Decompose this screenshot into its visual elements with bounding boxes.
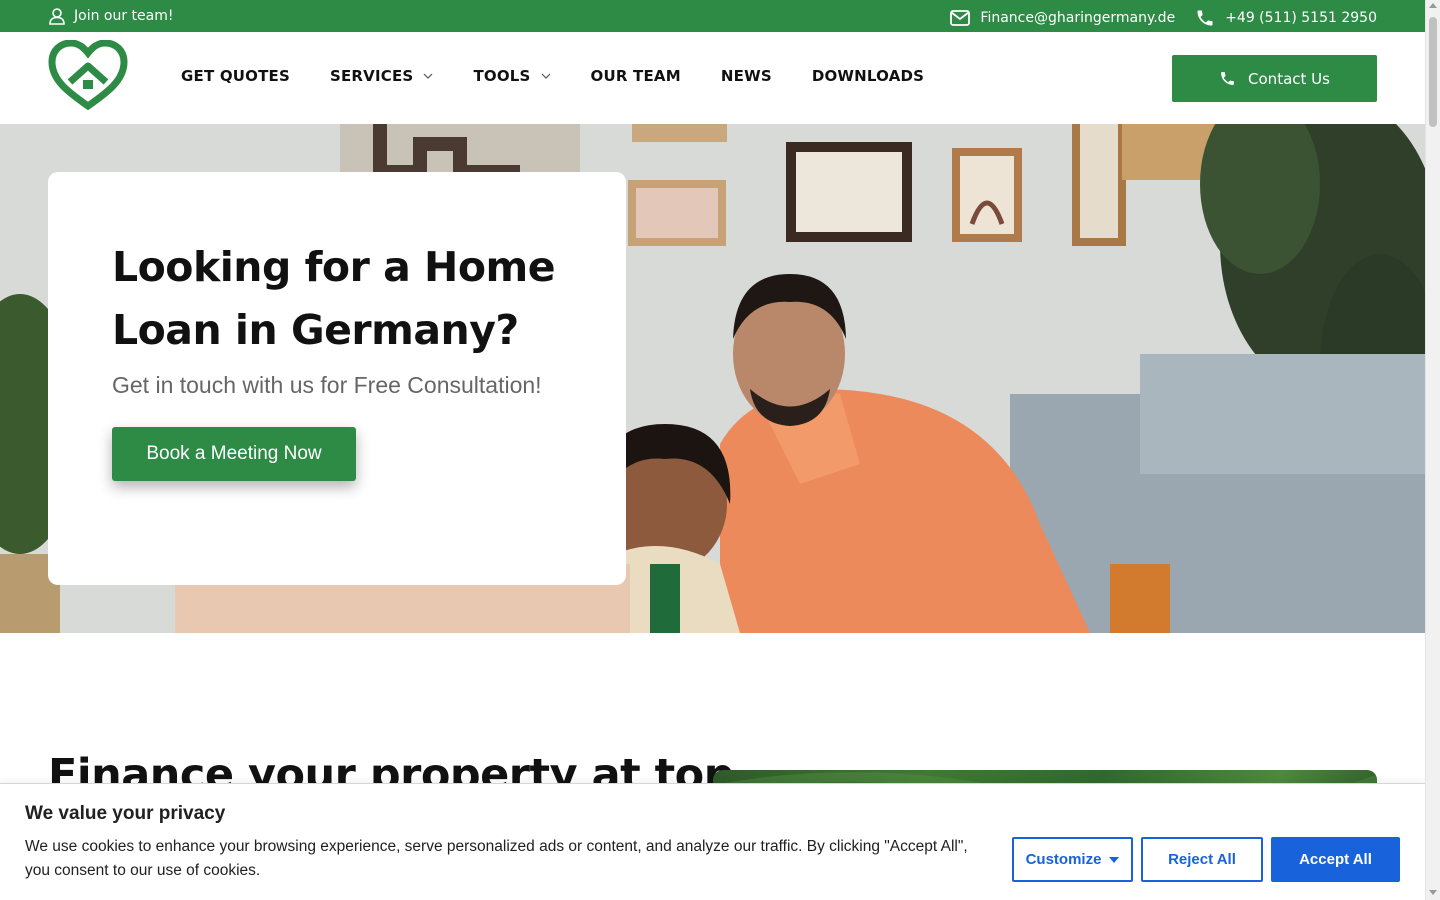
- main-nav: GET QUOTES SERVICES TOOLS OUR TEAM NEWS …: [181, 67, 924, 85]
- book-meeting-button[interactable]: Book a Meeting Now: [112, 427, 356, 481]
- scroll-down-arrow-icon[interactable]: [1429, 890, 1437, 895]
- caret-down-icon: [1109, 856, 1120, 863]
- phone-icon: [1197, 10, 1213, 26]
- contact-us-button[interactable]: Contact Us: [1172, 55, 1377, 102]
- hero-card: Looking for a Home Loan in Germany? Get …: [48, 172, 626, 585]
- phone-icon: [1221, 72, 1234, 85]
- customize-label: Customize: [1025, 851, 1102, 868]
- nav-services[interactable]: SERVICES: [330, 67, 433, 85]
- scrollbar-thumb[interactable]: [1429, 17, 1437, 127]
- hero-section: Looking for a Home Loan in Germany? Get …: [0, 124, 1425, 633]
- top-bar: Join our team! Finance@gharingermany.de …: [0, 0, 1425, 32]
- reject-all-label: Reject All: [1168, 851, 1236, 868]
- phone-link[interactable]: +49 (511) 5151 2950: [1195, 8, 1377, 28]
- nav-news-label: NEWS: [720, 67, 772, 85]
- cookie-description: We use cookies to enhance your browsing …: [25, 838, 968, 879]
- accept-all-label: Accept All: [1299, 851, 1372, 868]
- site-logo[interactable]: [48, 39, 128, 111]
- nav-tools[interactable]: TOOLS: [473, 67, 550, 85]
- nav-news[interactable]: NEWS: [721, 67, 772, 85]
- join-team-link[interactable]: Join our team!: [48, 7, 173, 25]
- join-team-label: Join our team!: [74, 8, 174, 24]
- nav-our-team-label: OUR TEAM: [590, 67, 681, 85]
- nav-tools-label: TOOLS: [473, 67, 531, 85]
- hero-subtitle: Get in touch with us for Free Consultati…: [112, 372, 542, 398]
- nav-downloads-label: DOWNLOADS: [811, 67, 925, 85]
- nav-our-team[interactable]: OUR TEAM: [591, 67, 681, 85]
- phone-text: +49 (511) 5151 2950: [1225, 10, 1377, 26]
- nav-get-quotes-label: GET QUOTES: [181, 67, 290, 85]
- contact-us-label: Contact Us: [1248, 69, 1330, 88]
- contact-info: Finance@gharingermany.de +49 (511) 5151 …: [950, 8, 1377, 28]
- customize-button[interactable]: Customize: [1012, 837, 1133, 882]
- reject-all-button[interactable]: Reject All: [1141, 837, 1263, 882]
- email-text: Finance@gharingermany.de: [980, 10, 1176, 26]
- logo-heart-house-icon: [48, 39, 128, 111]
- chevron-down-icon: [423, 71, 433, 82]
- email-link[interactable]: Finance@gharingermany.de: [950, 10, 1175, 26]
- scroll-up-arrow-icon[interactable]: [1429, 3, 1437, 8]
- nav-services-label: SERVICES: [329, 67, 414, 85]
- accept-all-button[interactable]: Accept All: [1271, 837, 1400, 882]
- hero-title: Looking for a Home Loan in Germany?: [112, 243, 556, 354]
- chevron-down-icon: [541, 71, 551, 82]
- cookie-title: We value your privacy: [25, 803, 226, 824]
- page-scrollbar[interactable]: [1425, 0, 1440, 900]
- main-header: GET QUOTES SERVICES TOOLS OUR TEAM NEWS …: [0, 32, 1425, 124]
- envelope-icon: [950, 10, 971, 26]
- nav-downloads[interactable]: DOWNLOADS: [812, 67, 924, 85]
- user-icon: [49, 8, 65, 25]
- cookie-consent-banner: We value your privacy We use cookies to …: [0, 783, 1425, 900]
- nav-get-quotes[interactable]: GET QUOTES: [181, 67, 290, 85]
